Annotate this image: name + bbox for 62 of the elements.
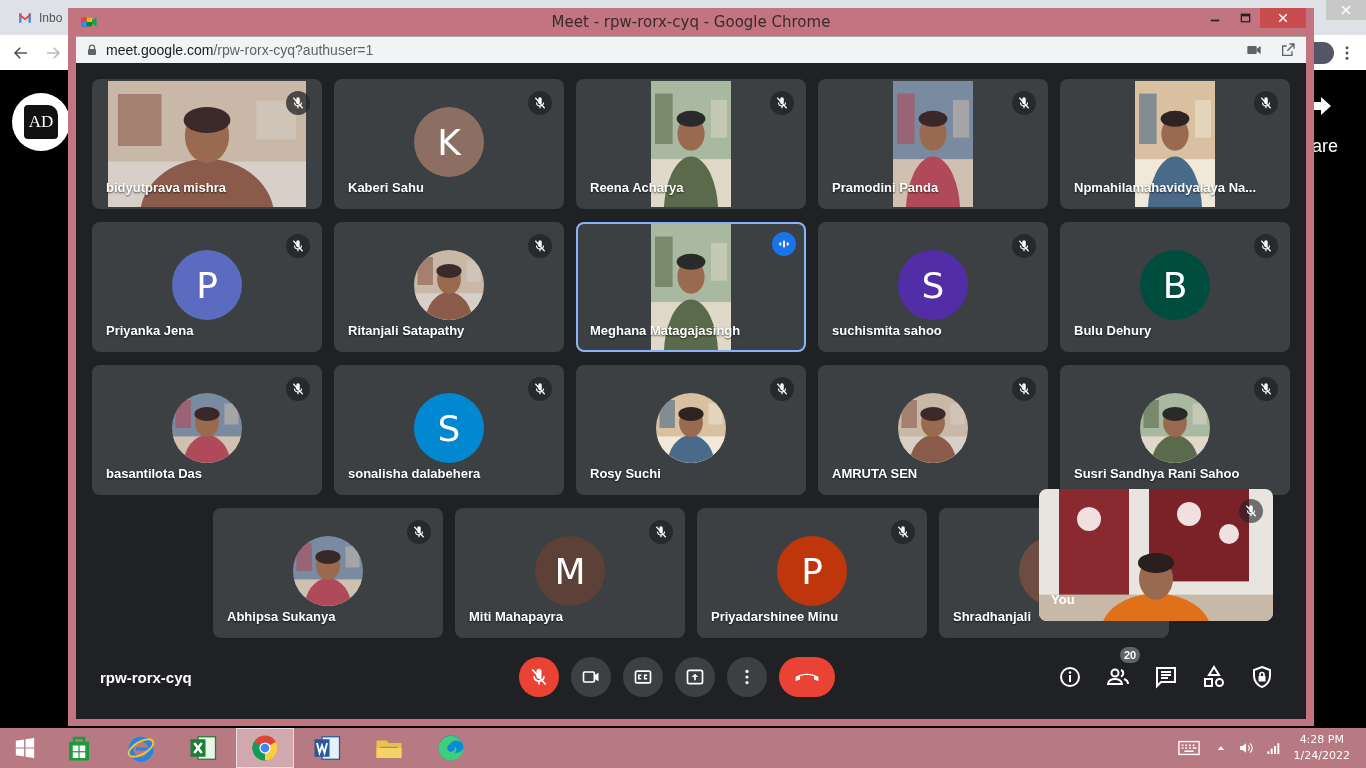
lock-icon: [86, 44, 98, 56]
info-icon[interactable]: [1058, 665, 1082, 689]
mic-off-icon: [529, 667, 549, 687]
captions-icon: [633, 667, 653, 687]
more-options-button[interactable]: [727, 657, 767, 697]
close-icon: [1278, 13, 1288, 23]
present-screen-icon: [685, 667, 705, 687]
avatar: S: [414, 393, 484, 463]
participant-name: Shradhanjali: [953, 609, 1032, 624]
avatar: S: [898, 250, 968, 320]
profile-avatar[interactable]: [1314, 41, 1334, 64]
participant-name: Kaberi Sahu: [348, 180, 424, 195]
meeting-code: rpw-rorx-cyq: [100, 668, 192, 686]
participant-name: sonalisha dalabehera: [348, 466, 481, 481]
page-text: are: [1312, 136, 1338, 157]
windows-logo-icon[interactable]: [14, 737, 36, 759]
clock-time[interactable]: 4:28 PM: [1299, 732, 1344, 748]
avatar: P: [777, 536, 847, 606]
mic-button[interactable]: [519, 657, 559, 697]
participant-name: basantilota Das: [106, 466, 203, 481]
participant-name: AMRUTA SEN: [832, 466, 918, 481]
edge-icon: [436, 733, 466, 763]
phone-icon: [795, 672, 819, 682]
chat-icon[interactable]: [1154, 665, 1178, 689]
self-view-label: You: [1051, 592, 1075, 607]
chrome-icon: [250, 733, 280, 763]
participant-name: Susri Sandhya Rani Sahoo: [1074, 466, 1240, 481]
participant-name: suchismita sahoo: [832, 323, 942, 338]
participant-name: Rosy Suchi: [590, 466, 661, 481]
activities-icon[interactable]: [1202, 665, 1226, 689]
close-button[interactable]: [1260, 8, 1306, 28]
hang-up-button[interactable]: [779, 657, 835, 697]
logo: AD: [12, 93, 70, 151]
close-icon: [1340, 4, 1352, 16]
participant-name: Ritanjali Satapathy: [348, 323, 465, 338]
open-external-icon[interactable]: [1280, 42, 1296, 58]
speaker-icon[interactable]: [1237, 740, 1254, 756]
avatar: K: [414, 107, 484, 177]
avatar: M: [535, 536, 605, 606]
window-title: Meet - rpw-rorx-cyq - Google Chrome: [551, 13, 831, 31]
more-icon: [745, 669, 749, 685]
camera-button[interactable]: [571, 657, 611, 697]
participant-name: Priyadarshinee Minu: [711, 609, 839, 624]
avatar: P: [172, 250, 242, 320]
participant-name: Abhipsa Sukanya: [227, 609, 336, 624]
captions-button[interactable]: [623, 657, 663, 697]
document-icon: [312, 733, 342, 763]
participant-name: Miti Mahapayra: [469, 609, 563, 624]
clock-date[interactable]: 1/24/2022: [1293, 748, 1350, 764]
count-badge: 20: [1120, 647, 1141, 663]
present-button[interactable]: [675, 657, 715, 697]
spreadsheet-icon: [188, 733, 218, 763]
avatar: B: [1140, 250, 1210, 320]
maximize-icon: [1239, 13, 1251, 23]
mail-icon[interactable]: [16, 10, 34, 25]
shield-lock-icon[interactable]: [1250, 665, 1274, 689]
tab-title[interactable]: Inbo: [39, 10, 63, 25]
signal-icon[interactable]: [1265, 740, 1282, 756]
participant-name: Bulu Dehury: [1074, 323, 1152, 338]
taskbar-app[interactable]: [236, 728, 294, 768]
address-bar-url[interactable]: meet.google.com/rpw-rorx-cyq?authuser=1: [106, 42, 374, 58]
participant-name: Priyanka Jena: [106, 323, 194, 338]
